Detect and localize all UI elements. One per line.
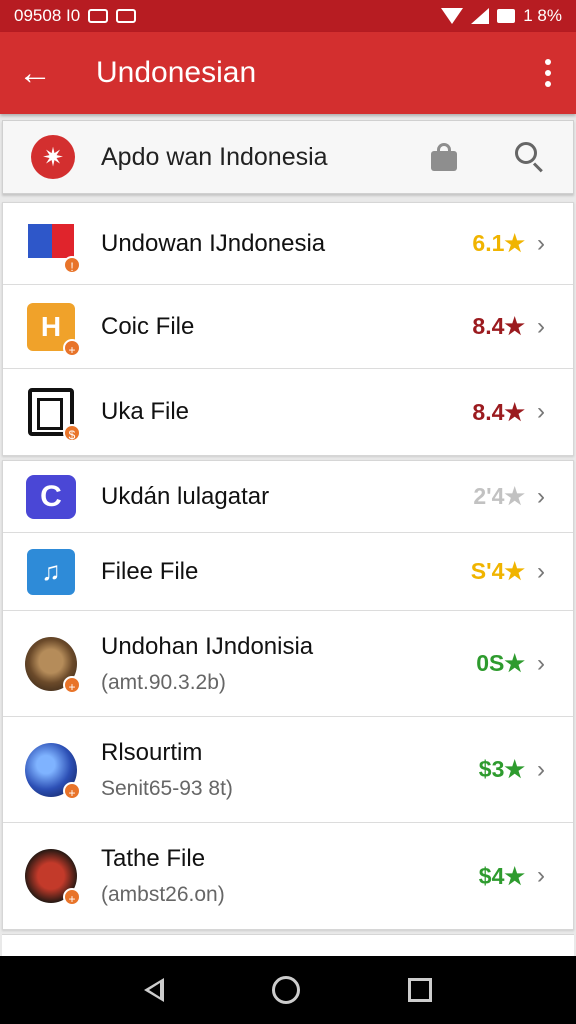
list-item[interactable]: ♫ Filee File S'4★ ›: [3, 533, 573, 611]
system-nav-bar: [0, 956, 576, 1024]
search-icon[interactable]: [515, 142, 545, 173]
nav-home-icon[interactable]: [272, 976, 300, 1004]
item-name: Uka File: [101, 398, 190, 425]
h-app-icon: H +: [25, 301, 81, 357]
item-name: Undowan IJndonesia: [101, 229, 326, 257]
item-rating: 8.4★: [472, 398, 525, 425]
film-icon: +: [25, 849, 81, 906]
status-bar: 09508 I0 1 8%: [0, 0, 576, 32]
chevron-right-icon: ›: [537, 649, 545, 677]
chevron-right-icon: ›: [537, 398, 545, 425]
item-subtitle: (amt.90.3.2b): [101, 670, 226, 694]
app-logo-icon: ✷: [31, 135, 75, 179]
overflow-menu-icon[interactable]: [538, 59, 558, 87]
chevron-right-icon: ›: [537, 312, 545, 340]
battery-level: 1 8%: [523, 6, 562, 25]
nav-recents-icon[interactable]: [408, 978, 432, 1002]
notification-icon: [88, 9, 109, 23]
music-app-icon: ♫: [25, 546, 77, 598]
item-rating: 0S★: [476, 650, 525, 676]
list-item[interactable]: + Tathe File (ambst26.on) $4★ ›: [3, 823, 573, 929]
list-item[interactable]: C Ukdán lulagatar 2'4★ ›: [3, 461, 573, 533]
mail-icon: [116, 9, 137, 23]
item-rating: 8.4★: [472, 313, 525, 339]
page-title: Undonesian: [96, 56, 257, 89]
chevron-right-icon: ›: [537, 229, 545, 257]
flag-icon: !: [25, 218, 81, 274]
status-time: 09508 I0: [14, 6, 81, 25]
item-rating: S'4★: [470, 558, 525, 584]
item-name: Filee File: [101, 557, 199, 585]
item-name: Undohan IJndonisia: [101, 632, 314, 660]
battery-icon: [497, 9, 516, 23]
chevron-right-icon: ›: [537, 557, 545, 585]
item-name: Coic File: [101, 312, 195, 340]
list-item[interactable]: + Undohan IJndonisia (amt.90.3.2b) 0S★ ›: [3, 611, 573, 717]
app-bar: ← Undonesian: [0, 32, 576, 114]
search-bar[interactable]: ✷ Apdo wan Indonesia: [2, 120, 574, 194]
c-app-icon: C: [25, 471, 77, 523]
item-name: Rlsourtim: [101, 738, 203, 766]
back-arrow-icon[interactable]: ←: [18, 56, 58, 90]
item-subtitle: (ambst26.on): [101, 883, 225, 906]
app-list-group-2: C Ukdán lulagatar 2'4★ › ♫ Filee File S'…: [2, 460, 574, 930]
search-text[interactable]: Apdo wan Indonesia: [101, 143, 431, 172]
chevron-right-icon: ›: [537, 755, 545, 783]
list-item-peek: [2, 934, 574, 956]
item-name: Tathe File: [101, 845, 206, 872]
item-rating: 2'4★: [473, 483, 525, 509]
wifi-icon: [441, 8, 464, 24]
globe-icon: +: [25, 742, 81, 800]
chevron-right-icon: ›: [537, 862, 545, 889]
chevron-right-icon: ›: [537, 482, 545, 510]
item-rating: $3★: [478, 756, 525, 782]
photo-avatar-icon: +: [25, 636, 81, 694]
item-rating: 6.1★: [472, 230, 525, 256]
nav-back-icon[interactable]: [144, 978, 164, 1002]
app-list-group-1: ! Undowan IJndonesia 6.1★ › H + Coic File…: [2, 202, 574, 456]
item-name: Ukdán lulagatar: [101, 482, 270, 510]
list-item[interactable]: H + Coic File 8.4★ ›: [3, 285, 573, 369]
list-item[interactable]: $ Uka File 8.4★ ›: [3, 369, 573, 455]
item-rating: $4★: [478, 862, 525, 889]
item-subtitle: Senit65-93 8t): [101, 776, 233, 800]
list-item[interactable]: ! Undowan IJndonesia 6.1★ ›: [3, 203, 573, 285]
list-item[interactable]: + Rlsourtim Senit65-93 8t) $3★ ›: [3, 717, 573, 823]
document-icon: $: [25, 386, 81, 442]
signal-icon: [471, 8, 490, 24]
lock-icon[interactable]: [431, 143, 457, 171]
